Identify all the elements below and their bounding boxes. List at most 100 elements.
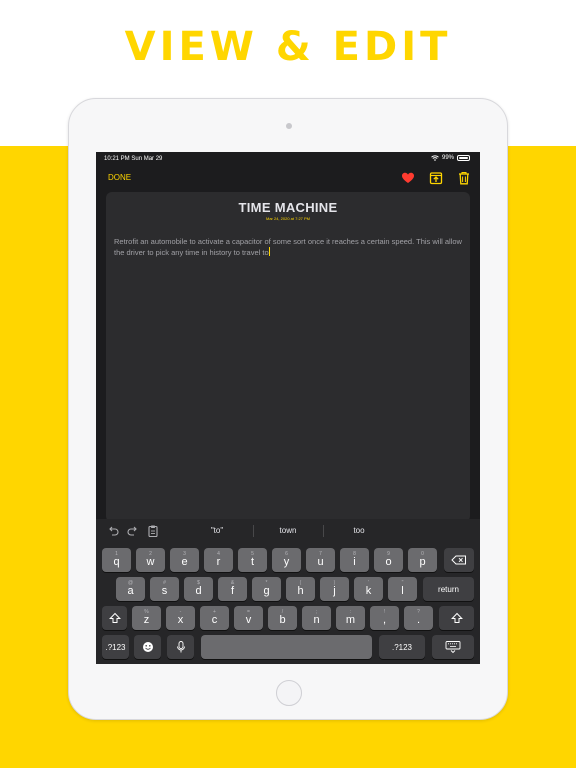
key-main-label: g <box>263 585 270 597</box>
wifi-icon <box>431 155 439 161</box>
backspace-icon <box>451 555 466 565</box>
text-caret <box>268 247 270 256</box>
key-f[interactable]: & f <box>218 577 247 601</box>
redo-icon[interactable] <box>126 524 140 538</box>
key-main-label: . <box>416 614 421 626</box>
keyboard: "to" town too return .?123 .?123 1 q 2 w… <box>96 519 480 664</box>
key-main-label: a <box>127 585 134 597</box>
battery-fill <box>459 157 468 159</box>
key-main-label: z <box>143 614 150 626</box>
key-e[interactable]: 3e <box>170 548 199 572</box>
key-main-label: i <box>353 556 356 568</box>
key-main-label: q <box>113 556 120 568</box>
numbers-key-right[interactable]: .?123 <box>379 635 425 659</box>
delete-key[interactable] <box>444 548 474 572</box>
status-right: 99% <box>431 155 470 161</box>
key-main-label: o <box>385 556 392 568</box>
shift-left-key[interactable] <box>102 606 127 630</box>
key-main-label: e <box>181 556 188 568</box>
keyboard-dismiss-icon <box>445 641 461 654</box>
home-button[interactable] <box>276 680 302 706</box>
shift-right-key[interactable] <box>439 606 474 630</box>
key-main-label: j <box>333 585 336 597</box>
battery-percent: 99% <box>441 155 454 161</box>
edit-tools <box>106 524 160 538</box>
headline: VIEW & EDIT <box>124 24 452 70</box>
key-b[interactable]: / b <box>268 606 297 630</box>
key-main-label: w <box>146 556 155 568</box>
microphone-icon <box>176 641 185 653</box>
key-x[interactable]: -x <box>166 606 195 630</box>
key-main-label: v <box>245 614 252 626</box>
status-time: 10:21 PM Sun Mar 29 <box>104 156 163 162</box>
hide-keyboard-key[interactable] <box>432 635 474 659</box>
key-p[interactable]: 0p <box>408 548 437 572</box>
key-u[interactable]: 7u <box>306 548 335 572</box>
key-z[interactable]: % z <box>132 606 161 630</box>
key-a[interactable]: @ a <box>116 577 145 601</box>
key-s[interactable]: # s <box>150 577 179 601</box>
key-m[interactable]: :m <box>336 606 365 630</box>
key-period[interactable]: ?. <box>404 606 433 630</box>
key-g[interactable]: * g <box>252 577 281 601</box>
undo-icon[interactable] <box>106 524 120 538</box>
key-main-label: u <box>317 556 324 568</box>
key-main-label: p <box>419 556 426 568</box>
key-main-label: d <box>195 585 202 597</box>
camera-dot <box>286 123 292 129</box>
done-button[interactable]: DONE <box>108 173 131 182</box>
shift-icon <box>108 612 121 623</box>
key-main-label: n <box>313 614 320 626</box>
key-o[interactable]: 9o <box>374 548 403 572</box>
key-comma[interactable]: !, <box>370 606 399 630</box>
key-main-label: c <box>211 614 218 626</box>
key-main-label: x <box>177 614 184 626</box>
key-h[interactable]: (h <box>286 577 315 601</box>
share-upload-icon[interactable] <box>429 171 443 185</box>
key-main-label: m <box>345 614 356 626</box>
key-r[interactable]: 4r <box>204 548 233 572</box>
suggestion-3[interactable]: too <box>324 526 394 535</box>
note-date: Mar 24, 2020 at 7:27 PM <box>265 216 311 221</box>
key-i[interactable]: 8i <box>340 548 369 572</box>
key-y[interactable]: 6y <box>272 548 301 572</box>
heart-icon[interactable] <box>401 171 415 185</box>
key-main-label: , <box>382 614 387 626</box>
shift-icon <box>450 612 463 623</box>
dictation-key[interactable] <box>167 635 194 659</box>
note-body-text: Retrofit an automobile to activate a cap… <box>114 237 462 257</box>
key-c[interactable]: + c <box>200 606 229 630</box>
key-main-label: y <box>283 556 290 568</box>
key-n[interactable]: ; n <box>302 606 331 630</box>
nav-bar: DONE <box>96 166 480 192</box>
numbers-key-left[interactable]: .?123 <box>102 635 129 659</box>
key-j[interactable]: ) j <box>320 577 349 601</box>
key-main-label: b <box>279 614 286 626</box>
space-bar[interactable] <box>201 635 372 659</box>
key-main-label: l <box>401 585 404 597</box>
key-main-label: f <box>230 585 235 597</box>
key-main-label: s <box>161 585 168 597</box>
suggestion-1[interactable]: "to" <box>182 526 252 535</box>
key-main-label: t <box>250 556 255 568</box>
status-bar: 10:21 PM Sun Mar 29 99% <box>96 152 480 166</box>
key-d[interactable]: $ d <box>184 577 213 601</box>
return-key[interactable]: return <box>423 577 474 601</box>
note-title[interactable]: TIME MACHINE <box>106 200 470 215</box>
key-k[interactable]: ' k <box>354 577 383 601</box>
key-main-label: k <box>365 585 372 597</box>
emoji-key[interactable] <box>134 635 161 659</box>
paste-icon[interactable] <box>146 524 160 538</box>
key-l[interactable]: " l <box>388 577 417 601</box>
key-q[interactable]: 1q <box>102 548 131 572</box>
app-screen: 10:21 PM Sun Mar 29 99% DONE TIME MACHIN… <box>96 152 480 664</box>
note-body-editor[interactable]: Retrofit an automobile to activate a cap… <box>114 237 462 258</box>
key-t[interactable]: 5t <box>238 548 267 572</box>
battery-icon <box>457 155 470 161</box>
suggestion-2[interactable]: town <box>253 526 323 535</box>
trash-icon[interactable] <box>457 171 471 185</box>
key-w[interactable]: 2w <box>136 548 165 572</box>
note-card[interactable]: TIME MACHINE Mar 24, 2020 at 7:27 PM Ret… <box>106 192 470 522</box>
key-main-label: r <box>216 556 221 568</box>
key-v[interactable]: = v <box>234 606 263 630</box>
